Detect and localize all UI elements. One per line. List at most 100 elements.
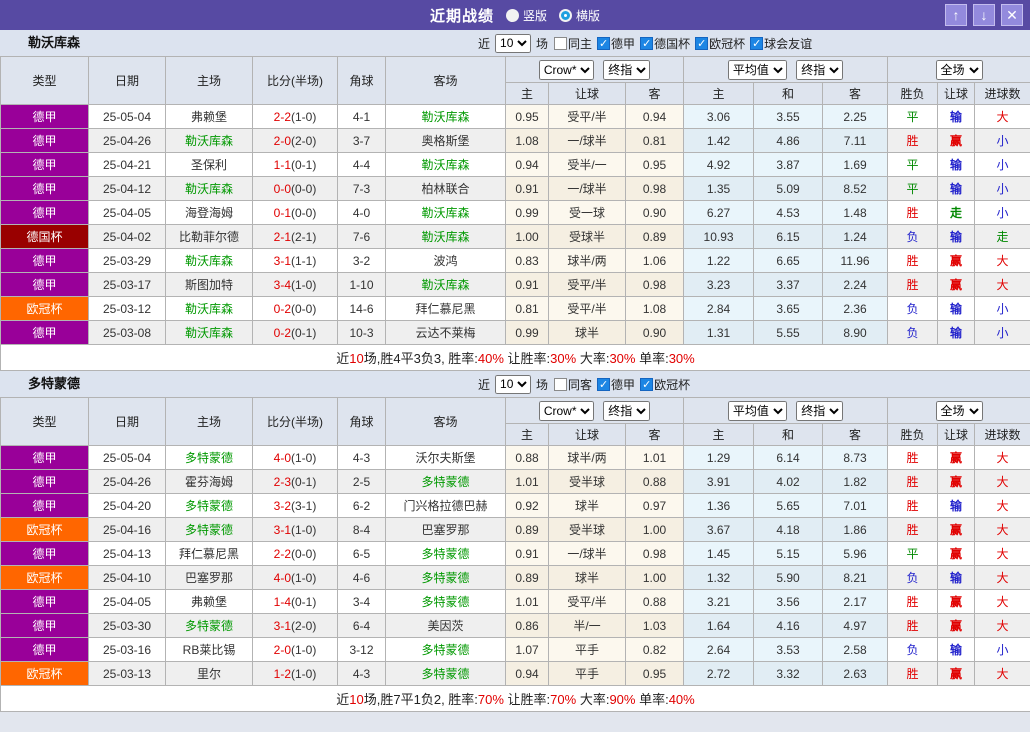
cell-avg-home: 1.45 [683, 541, 755, 566]
col-avg-draw: 和 [753, 423, 824, 446]
cell-odds-handicap: 球半 [548, 565, 626, 590]
filter-option[interactable]: 欧冠杯 [695, 35, 745, 52]
cell-corners: 4-3 [337, 661, 386, 686]
cell-result-wdl: 胜 [887, 272, 939, 297]
cell-avg-away: 2.17 [822, 589, 889, 614]
summary-part: 场,胜7平1负2, 胜率: [363, 692, 478, 707]
cell-score: 0-2(0-0) [252, 296, 338, 321]
summary-part: 30% [668, 351, 695, 366]
col-avg-away: 客 [822, 423, 889, 446]
cell-result-goals: 大 [974, 541, 1030, 566]
cell-result-wdl: 胜 [887, 493, 939, 518]
fulltime-score: 2-2 [273, 109, 291, 124]
avg-final-odds-select[interactable]: 终指 [796, 400, 844, 421]
cell-avg-draw: 3.56 [753, 589, 824, 614]
cell-result-goals: 大 [974, 469, 1030, 494]
cell-date: 25-04-12 [88, 176, 166, 201]
cell-home-team: 多特蒙德 [165, 517, 253, 542]
filters: 近 10 场 同客 德甲 欧冠杯 [478, 371, 690, 397]
cell-odds-away: 1.08 [624, 296, 685, 321]
recent-games-select[interactable]: 10 [495, 374, 532, 394]
cell-odds-handicap: 受半球 [548, 517, 626, 542]
radio-unselected-icon[interactable] [505, 8, 519, 22]
cell-corners: 4-6 [337, 565, 386, 590]
match-scope-select[interactable]: 全场 [935, 400, 983, 421]
filter-option[interactable]: 德甲 [597, 35, 635, 52]
titlebar: 近期战绩 竖版 横版 ↑ ↓ ✕ [0, 0, 1030, 30]
competition-badge: 德甲 [0, 176, 89, 201]
final-odds-select[interactable]: 终指 [603, 400, 651, 421]
cell-result-handicap: 赢 [937, 541, 976, 566]
cell-score: 3-2(3-1) [252, 493, 338, 518]
average-select[interactable]: 平均值 [727, 59, 787, 80]
col-avg-home: 主 [683, 82, 755, 105]
radio-selected-icon[interactable] [559, 8, 572, 22]
summary-part: 场,胜4平3负3, 胜率: [363, 351, 478, 366]
cell-result-goals: 小 [974, 637, 1030, 662]
filter-option[interactable]: 德国杯 [640, 35, 690, 52]
cell-away-team: 多特蒙德 [385, 541, 506, 566]
checkbox-checked-icon[interactable] [695, 36, 709, 50]
fulltime-score: 3-1 [273, 618, 291, 633]
cell-avg-away: 2.25 [822, 104, 889, 129]
competition-badge: 德甲 [0, 320, 89, 345]
match-scope-select[interactable]: 全场 [935, 59, 983, 80]
cell-avg-away: 1.86 [822, 517, 889, 542]
fulltime-score: 0-2 [273, 325, 291, 340]
filter-option[interactable]: 同客 [554, 376, 592, 393]
filter-option[interactable]: 德甲 [597, 376, 635, 393]
average-select[interactable]: 平均值 [727, 400, 787, 421]
summary-part: 90% [609, 692, 636, 707]
move-up-button[interactable]: ↑ [945, 4, 967, 26]
cell-odds-away: 0.98 [624, 176, 685, 201]
cell-score: 2-3(0-1) [252, 469, 338, 494]
cell-result-wdl: 平 [887, 176, 939, 201]
cell-result-handicap: 输 [937, 104, 976, 129]
cell-avg-draw: 3.65 [753, 296, 824, 321]
cell-score: 3-1(2-0) [252, 613, 338, 638]
filter-option[interactable]: 同主 [554, 35, 592, 52]
checkbox-checked-icon[interactable] [597, 36, 611, 50]
checkbox-label: 德甲 [611, 377, 636, 392]
checkbox-checked-icon[interactable] [640, 36, 654, 50]
checkbox-checked-icon[interactable] [597, 377, 611, 391]
bookmaker-select[interactable]: Crow* [538, 59, 594, 80]
cell-avg-draw: 5.65 [753, 493, 824, 518]
cell-result-wdl: 胜 [887, 128, 939, 153]
cell-avg-away: 8.90 [822, 320, 889, 345]
recent-games-select[interactable]: 10 [495, 33, 532, 53]
close-button[interactable]: ✕ [1001, 4, 1023, 26]
checkbox-unchecked-icon[interactable] [554, 36, 568, 50]
cell-date: 25-03-13 [88, 661, 166, 686]
move-down-button[interactable]: ↓ [973, 4, 995, 26]
checkbox-checked-icon[interactable] [640, 377, 654, 391]
cell-away-team: 多特蒙德 [385, 589, 506, 614]
cell-avg-away: 8.52 [822, 176, 889, 201]
halftime-score: (1-0) [291, 522, 317, 537]
bookmaker-select[interactable]: Crow* [538, 400, 594, 421]
cell-odds-handicap: 球半 [548, 493, 626, 518]
competition-badge: 德国杯 [0, 224, 89, 249]
view-option-horizontal[interactable]: 横版 [559, 7, 600, 24]
cell-away-team: 柏林联合 [385, 176, 506, 201]
match-row: 德甲 25-03-17 斯图加特 3-4(1-0) 1-10 勒沃库森 0.91 受平/半 0.… [0, 272, 1030, 297]
cell-odds-home: 0.94 [505, 152, 549, 177]
final-odds-select[interactable]: 终指 [603, 59, 651, 80]
cell-date: 25-05-04 [88, 104, 166, 129]
checkbox-unchecked-icon[interactable] [554, 377, 568, 391]
cell-avg-draw: 5.90 [753, 565, 824, 590]
avg-final-odds-select[interactable]: 终指 [796, 59, 844, 80]
checkbox-checked-icon[interactable] [750, 36, 764, 50]
recent-results-dialog: 近期战绩 竖版 横版 ↑ ↓ ✕ 勒沃库森 近 10 场 同主德甲德国杯欧冠杯球… [0, 0, 1030, 732]
cell-avg-home: 6.27 [683, 200, 755, 225]
average-select-cell: 平均值 终指 [683, 397, 889, 424]
cell-home-team: 多特蒙德 [165, 613, 253, 638]
view-option-vertical[interactable]: 竖版 [505, 7, 547, 24]
match-row: 德甲 25-05-04 多特蒙德 4-0(1-0) 4-3 沃尔夫斯堡 0.88 球半/两 1.… [0, 445, 1030, 470]
cell-result-goals: 大 [974, 104, 1030, 129]
view-option-label: 竖版 [522, 8, 547, 23]
filter-option[interactable]: 欧冠杯 [640, 376, 690, 393]
cell-avg-draw: 6.65 [753, 248, 824, 273]
filter-option[interactable]: 球会友谊 [750, 35, 812, 52]
cell-date: 25-03-16 [88, 637, 166, 662]
